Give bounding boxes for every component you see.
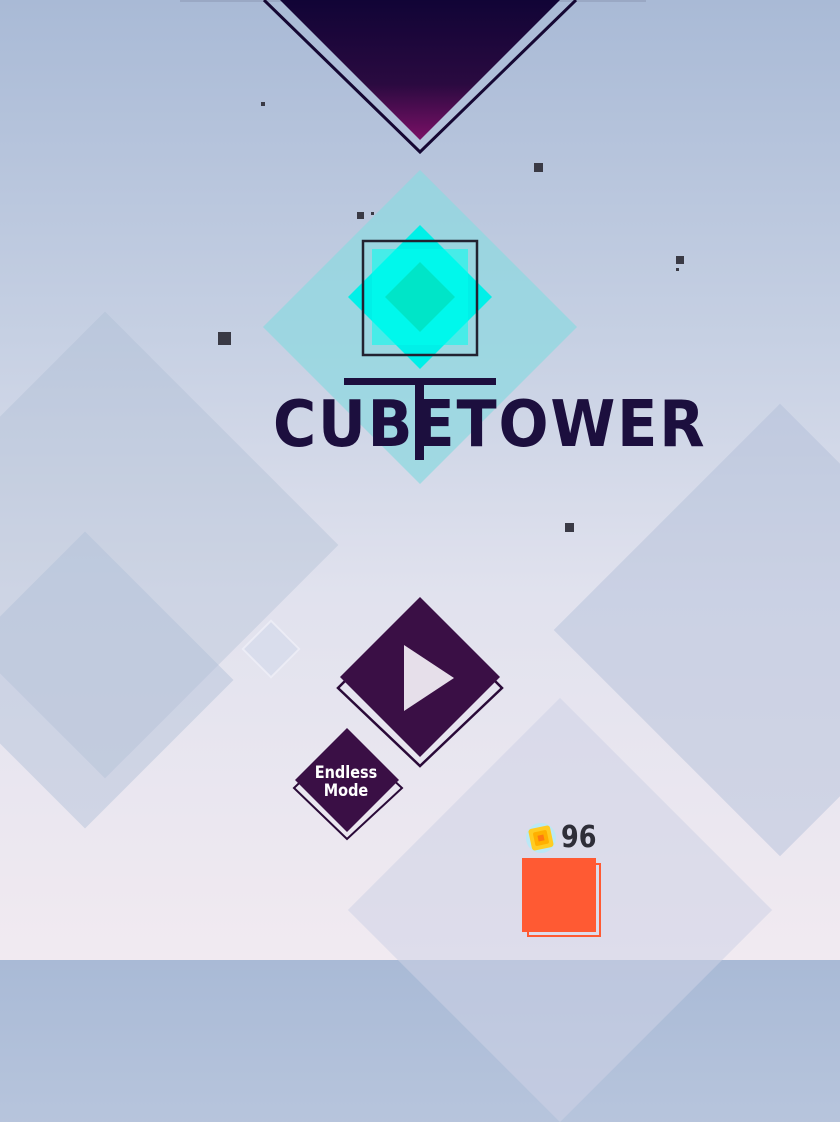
particle [565,523,574,532]
logo-emblem [263,170,577,484]
endless-mode-label: Endless Mode [307,764,385,800]
coin-count: 96 [561,820,597,855]
particle [676,256,684,264]
particle [371,212,374,215]
endless-mode-line1: Endless [314,763,378,783]
particle [534,163,543,172]
particle [676,268,679,271]
particle [218,332,231,345]
particle [357,212,364,219]
logo-t-stem [415,378,424,460]
endless-mode-line2: Mode [323,781,369,801]
particle [261,102,265,106]
cube-skin-button[interactable] [522,858,596,932]
